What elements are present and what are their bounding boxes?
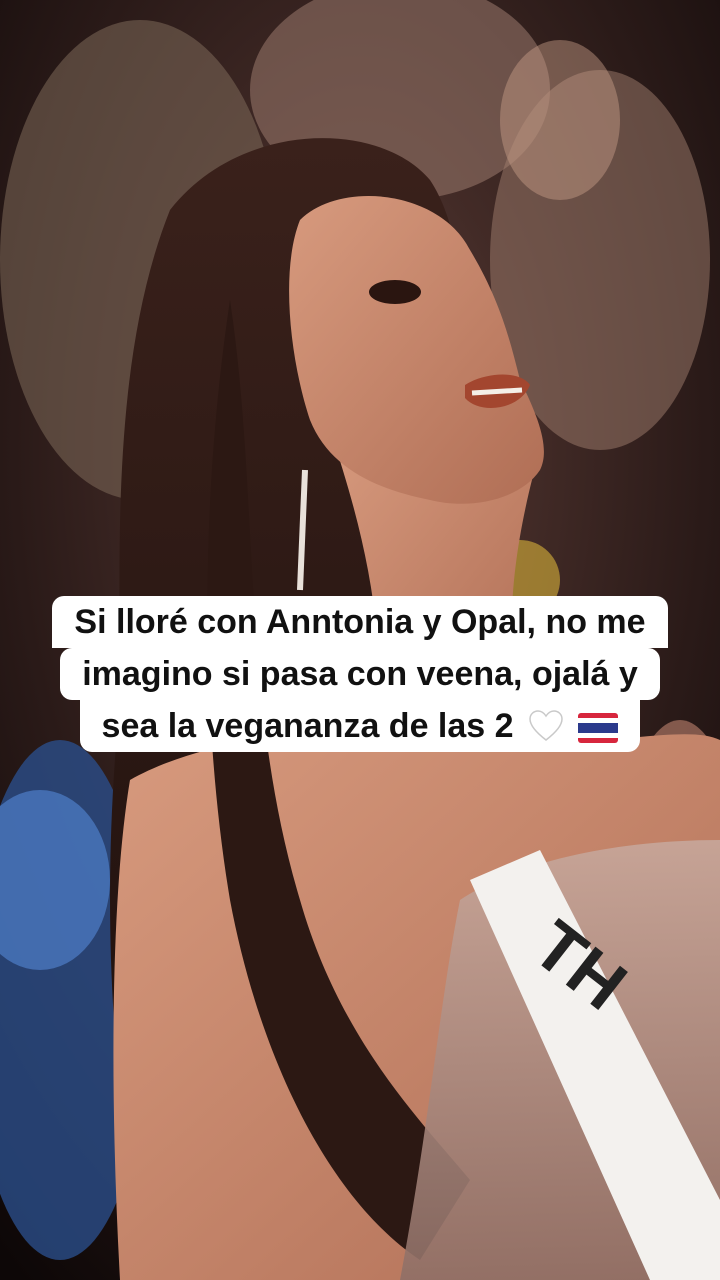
video-frame[interactable]: TH Si lloré con Anntonia y Opal, no me i…: [0, 0, 720, 1280]
caption-text: imagino si pasa con veena, ojalá y: [82, 655, 638, 693]
caption-overlay: Si lloré con Anntonia y Opal, no me imag…: [0, 596, 720, 752]
caption-text: sea la vegananza de las 2: [101, 707, 514, 745]
caption-line: Si lloré con Anntonia y Opal, no me: [52, 596, 668, 648]
caption-text: Si lloré con Anntonia y Opal, no me: [74, 603, 646, 641]
thailand-flag-icon: [578, 713, 619, 743]
caption-line: imagino si pasa con veena, ojalá y: [60, 648, 660, 700]
caption-line: sea la vegananza de las 2: [79, 700, 641, 752]
white-heart-icon: [529, 710, 563, 741]
